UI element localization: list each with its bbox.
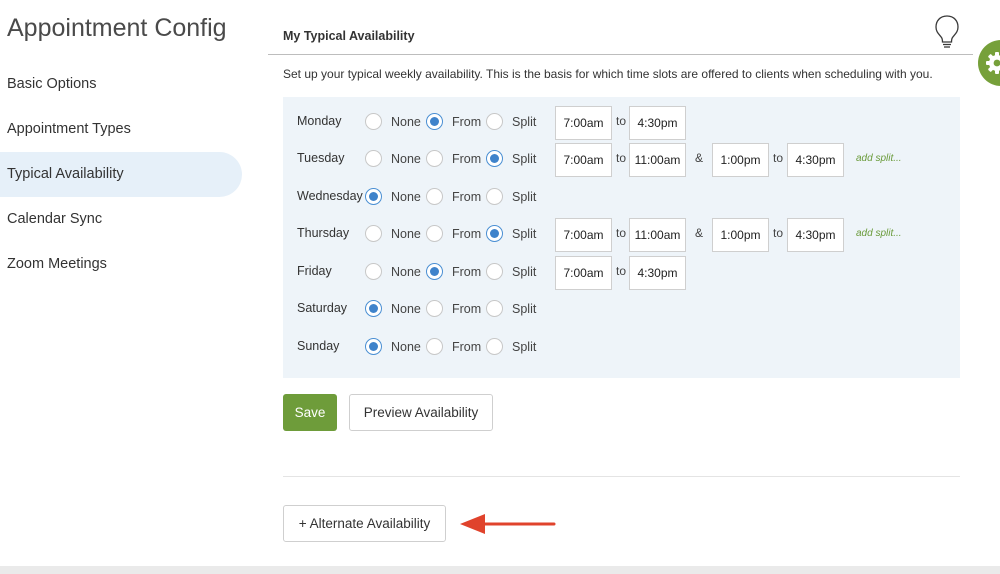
app-title: Appointment Config xyxy=(7,14,227,42)
start-time-field[interactable]: 7:00am xyxy=(555,106,612,140)
end-time-field[interactable]: 4:30pm xyxy=(629,256,686,290)
day-row-tuesday: Tuesday None From Split 7:00am to 11:00a… xyxy=(283,140,960,177)
preview-availability-button[interactable]: Preview Availability xyxy=(349,394,493,431)
day-row-thursday: Thursday None From Split 7:00am to 11:00… xyxy=(283,215,960,252)
settings-fab[interactable] xyxy=(978,40,1000,86)
radio-none[interactable]: None xyxy=(365,215,421,252)
radio-split[interactable]: Split xyxy=(486,103,536,140)
end-time-field[interactable]: 4:30pm xyxy=(629,106,686,140)
end-time-field[interactable]: 11:00am xyxy=(629,218,686,252)
radio-circle[interactable] xyxy=(365,150,382,167)
day-name: Tuesday xyxy=(297,151,345,165)
radio-none[interactable]: None xyxy=(365,140,421,177)
end-time-field[interactable]: 11:00am xyxy=(629,143,686,177)
radio-split[interactable]: Split xyxy=(486,328,536,365)
to-separator: to xyxy=(616,114,627,128)
radio-from[interactable]: From xyxy=(426,215,481,252)
ampersand-separator: & xyxy=(695,226,704,240)
split-start-time-field[interactable]: 1:00pm xyxy=(712,143,769,177)
radio-split[interactable]: Split xyxy=(486,178,536,215)
gear-icon xyxy=(986,52,1000,74)
start-time-field[interactable]: 7:00am xyxy=(555,143,612,177)
radio-circle[interactable] xyxy=(426,338,443,355)
radio-split[interactable]: Split xyxy=(486,253,536,290)
radio-none[interactable]: None xyxy=(365,253,421,290)
day-name: Thursday xyxy=(297,226,350,240)
day-name: Monday xyxy=(297,114,342,128)
start-time-field[interactable]: 7:00am xyxy=(555,218,612,252)
radio-circle[interactable] xyxy=(365,263,382,280)
radio-circle[interactable] xyxy=(426,263,443,280)
radio-circle[interactable] xyxy=(486,225,503,242)
sidebar-item-typical-availability[interactable]: Typical Availability xyxy=(0,152,242,197)
add-split-link[interactable]: add split... xyxy=(856,215,902,252)
day-row-saturday: Saturday None From Split xyxy=(283,290,960,327)
sidebar-item-basic-options[interactable]: Basic Options xyxy=(0,62,242,107)
day-name: Saturday xyxy=(297,301,348,315)
start-time-field[interactable]: 7:00am xyxy=(555,256,612,290)
availability-panel: Monday None From Split 7:00am to 4:30pm … xyxy=(283,97,960,378)
day-row-wednesday: Wednesday None From Split xyxy=(283,178,960,215)
add-split-link[interactable]: add split... xyxy=(856,140,902,177)
footer-band xyxy=(0,566,1000,574)
alternate-availability-button[interactable]: + Alternate Availability xyxy=(283,505,446,542)
save-button[interactable]: Save xyxy=(283,394,337,431)
radio-from[interactable]: From xyxy=(426,290,481,327)
lightbulb-icon[interactable] xyxy=(933,14,961,50)
radio-circle[interactable] xyxy=(365,300,382,317)
day-name: Sunday xyxy=(297,339,340,353)
radio-circle[interactable] xyxy=(486,263,503,280)
radio-circle[interactable] xyxy=(486,150,503,167)
ampersand-separator: & xyxy=(695,151,704,165)
radio-circle[interactable] xyxy=(486,113,503,130)
radio-from[interactable]: From xyxy=(426,253,481,290)
radio-circle[interactable] xyxy=(486,300,503,317)
radio-none[interactable]: None xyxy=(365,290,421,327)
to-separator: to xyxy=(773,151,784,165)
radio-none[interactable]: None xyxy=(365,328,421,365)
radio-circle[interactable] xyxy=(365,338,382,355)
radio-circle[interactable] xyxy=(486,188,503,205)
sidebar-item-calendar-sync[interactable]: Calendar Sync xyxy=(0,197,242,242)
radio-from[interactable]: From xyxy=(426,103,481,140)
radio-none[interactable]: None xyxy=(365,178,421,215)
split-start-time-field[interactable]: 1:00pm xyxy=(712,218,769,252)
to-separator: to xyxy=(616,226,627,240)
day-name: Friday xyxy=(297,264,332,278)
split-end-time-field[interactable]: 4:30pm xyxy=(787,218,844,252)
radio-from[interactable]: From xyxy=(426,328,481,365)
radio-circle[interactable] xyxy=(365,188,382,205)
radio-circle[interactable] xyxy=(426,113,443,130)
split-end-time-field[interactable]: 4:30pm xyxy=(787,143,844,177)
to-separator: to xyxy=(616,151,627,165)
radio-from[interactable]: From xyxy=(426,140,481,177)
radio-circle[interactable] xyxy=(365,113,382,130)
day-row-monday: Monday None From Split 7:00am to 4:30pm xyxy=(283,103,960,140)
day-row-friday: Friday None From Split 7:00am to 4:30pm xyxy=(283,253,960,290)
intro-text: Set up your typical weekly availability.… xyxy=(283,67,933,81)
header-divider xyxy=(268,54,973,55)
radio-split[interactable]: Split xyxy=(486,290,536,327)
radio-circle[interactable] xyxy=(486,338,503,355)
day-name: Wednesday xyxy=(297,189,363,203)
radio-split[interactable]: Split xyxy=(486,215,536,252)
to-separator: to xyxy=(773,226,784,240)
section-divider xyxy=(283,476,960,477)
sidebar-item-appointment-types[interactable]: Appointment Types xyxy=(0,107,242,152)
section-title: My Typical Availability xyxy=(283,29,415,43)
sidebar-item-zoom-meetings[interactable]: Zoom Meetings xyxy=(0,242,242,287)
radio-circle[interactable] xyxy=(426,150,443,167)
radio-circle[interactable] xyxy=(365,225,382,242)
day-row-sunday: Sunday None From Split xyxy=(283,328,960,365)
radio-circle[interactable] xyxy=(426,225,443,242)
to-separator: to xyxy=(616,264,627,278)
radio-split[interactable]: Split xyxy=(486,140,536,177)
radio-circle[interactable] xyxy=(426,300,443,317)
sidebar-nav: Basic Options Appointment Types Typical … xyxy=(0,62,242,287)
red-arrow-icon xyxy=(460,514,556,534)
radio-from[interactable]: From xyxy=(426,178,481,215)
radio-circle[interactable] xyxy=(426,188,443,205)
radio-none[interactable]: None xyxy=(365,103,421,140)
